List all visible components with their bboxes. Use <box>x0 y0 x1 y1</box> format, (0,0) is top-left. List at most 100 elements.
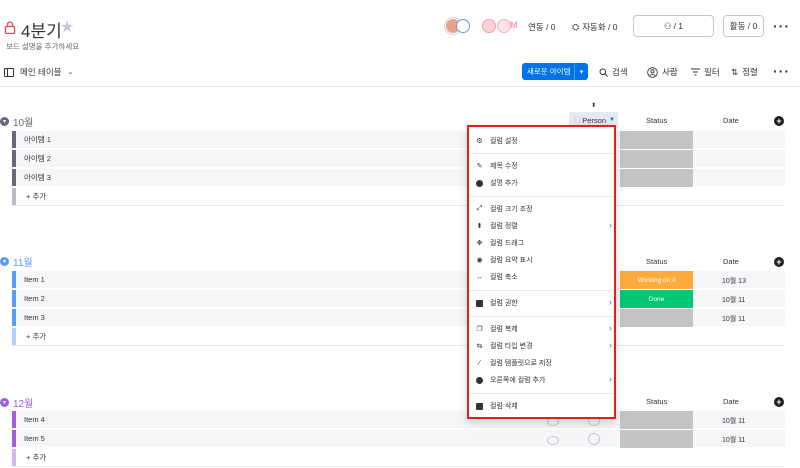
more-icon[interactable]: ··· <box>773 18 790 34</box>
drag-handle-icon[interactable]: ⋮⋮ <box>572 116 583 123</box>
menu-item-column-settings[interactable]: ⚙ 컬럼 설정 <box>475 134 612 148</box>
menu-item-label: 컬럼 타입 변경 <box>490 343 533 350</box>
integration-app-icon[interactable] <box>497 19 511 33</box>
status-cell[interactable] <box>620 411 693 429</box>
search-button[interactable]: 검색 <box>599 66 628 78</box>
group-title-label: 11월 <box>13 258 33 269</box>
board-title[interactable]: 4분기 <box>21 17 62 42</box>
menu-item-add-description[interactable]: 설명 추가 <box>475 176 612 190</box>
date-cell[interactable]: 10월 13 <box>722 276 746 286</box>
status-cell[interactable] <box>620 309 693 327</box>
menu-divider <box>469 196 614 197</box>
date-cell[interactable]: 10월 11 <box>722 435 745 445</box>
column-header-date[interactable]: Date <box>723 397 739 406</box>
add-item-label[interactable]: + 추가 <box>16 191 46 202</box>
board-description[interactable]: 보드 설명을 추가하세요 <box>6 41 79 52</box>
status-cell[interactable] <box>620 430 693 448</box>
more-icon[interactable]: ··· <box>773 63 790 79</box>
chevron-down-icon[interactable]: ▾ <box>574 63 588 80</box>
integration-app-icon[interactable] <box>482 19 496 33</box>
menu-item-sort[interactable]: ⬍ 컬럼 정렬 › <box>475 219 612 233</box>
status-cell[interactable]: Done <box>620 290 693 308</box>
group-title[interactable]: ▾ 10월 <box>0 114 33 129</box>
item-name[interactable]: 아이템 2 <box>16 153 536 164</box>
new-item-label: 새로운 아이템 <box>527 67 571 76</box>
menu-item-label: 컬럼 삭제 <box>490 403 518 410</box>
menu-item-resize[interactable]: ⤢ 컬럼 크기 조정 <box>475 202 612 216</box>
column-header-status[interactable]: Status <box>646 397 667 406</box>
menu-item-duplicate[interactable]: ❐ 컬럼 복제 › <box>475 322 612 336</box>
eye-icon: ◉ <box>476 257 483 264</box>
date-cell[interactable]: 10월 11 <box>722 295 745 305</box>
star-icon[interactable]: ★ <box>60 17 74 37</box>
trash-icon <box>475 402 484 411</box>
automations-link[interactable]: ⛭ 자동화 / 0 <box>572 21 617 33</box>
add-column-icon[interactable]: + <box>774 397 784 407</box>
menu-item-collapse[interactable]: ↔ 컬럼 축소 <box>475 270 612 284</box>
menu-item-save-template[interactable]: ⁄ 컬럼 템플릿으로 저장 <box>475 356 612 370</box>
chevron-down-icon[interactable]: ▾ <box>0 257 9 266</box>
menu-item-label: 제목 수정 <box>490 163 518 170</box>
duplicate-icon: ❐ <box>476 326 483 333</box>
robot-icon: ⛭ <box>572 21 580 32</box>
group-title[interactable]: ▾ 12월 <box>0 395 33 410</box>
new-item-button[interactable]: 새로운 아이템 ▾ <box>522 63 588 80</box>
column-header-date[interactable]: Date <box>723 257 739 266</box>
sort-button[interactable]: ⇅ 정렬 <box>731 66 758 78</box>
info-icon <box>475 179 484 188</box>
column-header-status[interactable]: Status <box>646 257 667 266</box>
menu-item-drag[interactable]: ✥ 컬럼 드래그 <box>475 236 612 250</box>
invite-button[interactable]: ⚇ / 1 <box>633 15 714 37</box>
person-icon[interactable] <box>588 433 600 445</box>
collapse-icon: ↔ <box>476 273 483 281</box>
sort-icon: ⇅ <box>731 66 739 77</box>
item-name[interactable]: Item 1 <box>16 275 536 284</box>
date-cell[interactable]: 10월 11 <box>722 314 745 324</box>
view-selector[interactable]: 메인 테이블 ⌄ <box>4 66 73 78</box>
person-filter-button[interactable]: 사람 <box>647 66 678 78</box>
item-name[interactable]: Item 2 <box>16 294 536 303</box>
activity-button[interactable]: 활동 / 0 <box>723 15 764 37</box>
menu-item-change-type[interactable]: ⇆ 컬럼 타입 변경 › <box>475 339 612 353</box>
item-name[interactable]: Item 4 <box>16 415 536 424</box>
menu-item-label: 컬럼 권한 <box>490 300 518 307</box>
chevron-down-icon[interactable]: ▾ <box>0 117 9 126</box>
add-column-icon[interactable]: + <box>774 116 784 126</box>
search-label: 검색 <box>612 67 628 77</box>
menu-item-add-column-right[interactable]: 오른쪽에 컬럼 추가 › <box>475 373 612 387</box>
chevron-right-icon: › <box>609 374 612 384</box>
column-header-status[interactable]: Status <box>646 116 667 125</box>
menu-item-delete[interactable]: 컬럼 삭제 <box>475 399 612 413</box>
add-item-label[interactable]: + 추가 <box>16 331 46 342</box>
comment-icon[interactable] <box>547 436 559 445</box>
item-name[interactable]: 아이템 1 <box>16 134 536 145</box>
add-item-row[interactable]: + 추가 <box>12 449 785 467</box>
status-cell[interactable]: Working on it <box>620 271 693 289</box>
menu-item-show-summary[interactable]: ◉ 컬럼 요약 표시 <box>475 253 612 267</box>
filter-button[interactable]: 필터 <box>691 66 720 78</box>
add-column-icon[interactable]: + <box>774 257 784 267</box>
item-name[interactable]: Item 3 <box>16 313 536 322</box>
menu-item-permissions[interactable]: 컬럼 권한 › <box>475 296 612 310</box>
date-cell[interactable]: 10월 11 <box>722 416 745 426</box>
column-header-date[interactable]: Date <box>723 116 739 125</box>
status-cell[interactable] <box>620 131 693 149</box>
add-item-label[interactable]: + 추가 <box>16 452 46 463</box>
chevron-down-icon[interactable]: ▼ <box>609 117 615 123</box>
status-cell[interactable] <box>620 169 693 187</box>
filter-icon <box>691 68 700 76</box>
item-name[interactable]: 아이템 3 <box>16 172 536 183</box>
menu-item-rename[interactable]: ✎ 제목 수정 <box>475 159 612 173</box>
chevron-down-icon[interactable]: ▾ <box>0 398 9 407</box>
integrations-link[interactable]: 연동 / 0 <box>528 21 555 33</box>
menu-divider <box>469 153 614 154</box>
sort-label: 정렬 <box>742 67 758 77</box>
avatar[interactable] <box>456 19 470 33</box>
add-item-row[interactable]: + 추가 <box>12 328 785 346</box>
add-item-row[interactable]: + 추가 <box>12 188 785 206</box>
chevron-down-icon: ⌄ <box>67 69 74 76</box>
group-title[interactable]: ▾ 11월 <box>0 254 33 269</box>
item-name[interactable]: Item 5 <box>16 434 536 443</box>
status-cell[interactable] <box>620 150 693 168</box>
menu-item-label: 컬럼 템플릿으로 저장 <box>490 360 552 367</box>
